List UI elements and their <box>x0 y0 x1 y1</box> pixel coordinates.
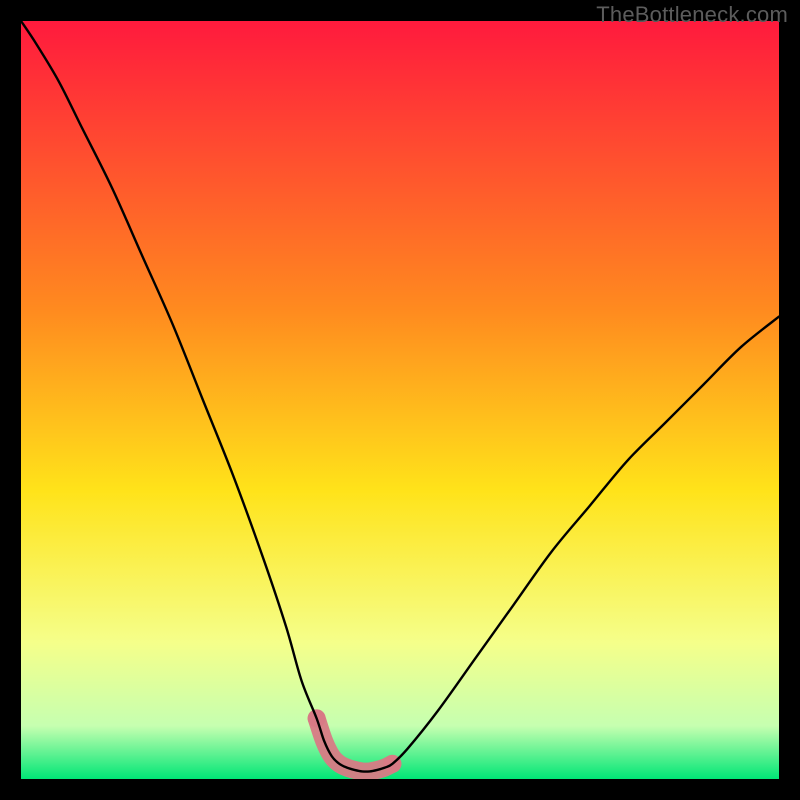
bottleneck-curve <box>21 21 779 779</box>
watermark-text: TheBottleneck.com <box>596 2 788 28</box>
chart-container: TheBottleneck.com <box>0 0 800 800</box>
plot-area <box>21 21 779 779</box>
